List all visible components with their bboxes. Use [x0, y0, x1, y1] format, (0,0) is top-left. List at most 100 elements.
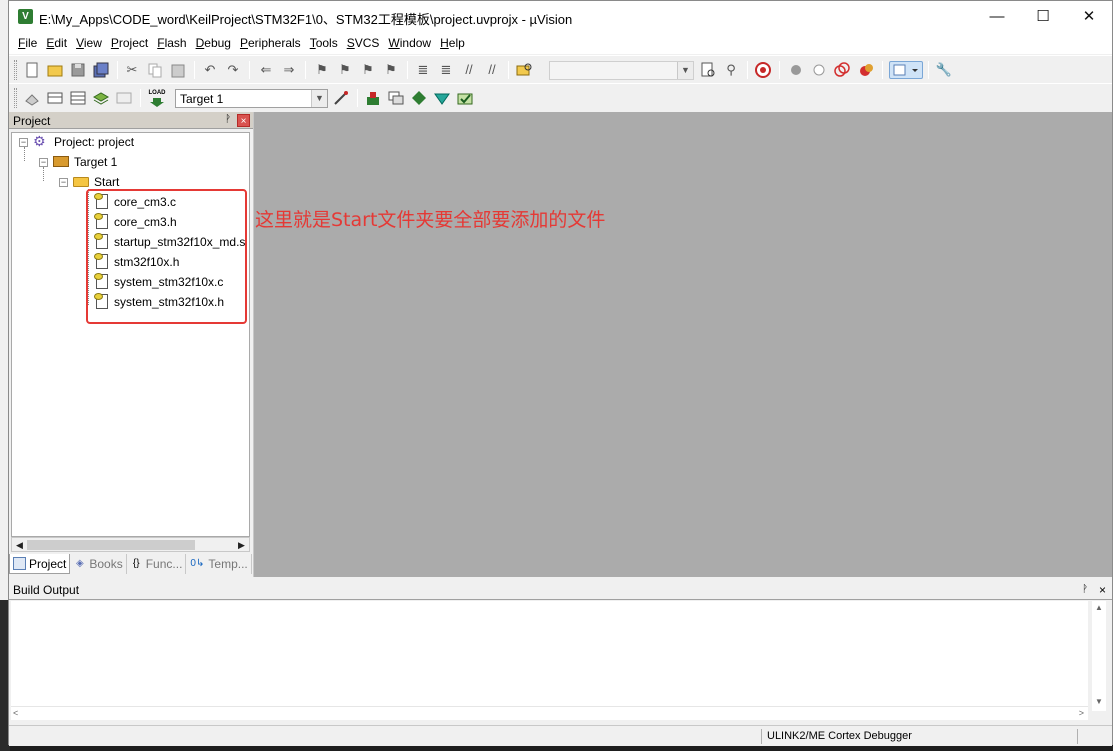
scroll-left-arrow-icon[interactable]: ◀ [13, 539, 26, 551]
menu-window[interactable]: Window [387, 32, 438, 54]
breakpoint-disable-all-icon[interactable] [833, 61, 851, 79]
uncomment-icon[interactable]: // [483, 61, 501, 79]
project-panel-tabs: Project ◈ Books {} Func... 0↳ Temp... [9, 554, 253, 576]
tab-books[interactable]: ◈ Books [70, 554, 127, 574]
collapse-toggle-icon[interactable]: − [59, 178, 68, 187]
bookmark-insert-icon[interactable]: ⚑ [313, 61, 331, 79]
editor-workspace[interactable] [254, 112, 1112, 577]
tab-functions[interactable]: {} Func... [127, 554, 187, 574]
toolbar-separator [305, 61, 306, 79]
debug-start-icon[interactable] [754, 61, 772, 79]
menu-debug[interactable]: Debug [195, 32, 238, 54]
bookmark-clear-icon[interactable]: ⚑ [382, 61, 400, 79]
tab-project[interactable]: Project [9, 554, 71, 574]
find-combo[interactable]: ▼ [549, 61, 694, 80]
scroll-down-arrow-icon[interactable]: ▼ [1092, 697, 1106, 709]
bookmark-next-icon[interactable]: ⚑ [359, 61, 377, 79]
manage-project-items-icon[interactable] [387, 89, 405, 107]
menu-help[interactable]: Help [439, 32, 472, 54]
toolbar-separator [140, 89, 141, 107]
menu-flash[interactable]: Flash [156, 32, 193, 54]
menu-tools[interactable]: Tools [309, 32, 345, 54]
indent-icon[interactable]: ≣ [414, 61, 432, 79]
close-icon[interactable]: × [1099, 583, 1106, 597]
breakpoint-insert-icon[interactable] [787, 61, 805, 79]
build-output-vscroll[interactable]: ▲ ▼ [1092, 601, 1106, 711]
scroll-left-arrow-icon[interactable]: < [13, 708, 18, 718]
bookmark-previous-icon[interactable]: ⚑ [336, 61, 354, 79]
rebuild-icon[interactable] [69, 89, 87, 107]
build-output-text[interactable] [11, 601, 1088, 711]
paste-icon[interactable] [169, 61, 187, 79]
minimize-button[interactable]: — [974, 1, 1020, 32]
download-load-icon[interactable]: LOAD [148, 89, 166, 107]
menu-edit[interactable]: Edit [45, 32, 74, 54]
target-select[interactable]: Target 1 ▼ [175, 89, 328, 108]
tree-node-target[interactable]: − Target 1 [12, 153, 247, 171]
project-tab-icon [13, 557, 26, 570]
project-icon: ⚙ [33, 133, 46, 149]
configure-wrench-icon[interactable]: 🔧 [935, 61, 953, 79]
toolbar-separator [194, 61, 195, 79]
project-panel: Project ᚹ × − ⚙ Project: project − Targe… [9, 112, 254, 577]
build-output-hscroll[interactable]: < > [11, 706, 1088, 720]
manage-rte-icon[interactable] [433, 89, 451, 107]
incremental-find-icon[interactable] [699, 61, 717, 79]
window-layout-icon[interactable] [889, 61, 923, 79]
chevron-down-icon[interactable]: ▼ [311, 90, 327, 107]
close-icon[interactable]: × [237, 114, 250, 127]
save-all-icon[interactable] [92, 61, 110, 79]
debugger-status: ULINK2/ME Cortex Debugger [767, 730, 912, 742]
menu-svcs[interactable]: SVCS [346, 32, 387, 54]
comment-icon[interactable]: // [460, 61, 478, 79]
scroll-right-arrow-icon[interactable]: > [1079, 708, 1084, 718]
navigate-back-icon[interactable]: ⇐ [257, 61, 275, 79]
redo-icon[interactable]: ↷ [224, 61, 242, 79]
menu-project[interactable]: Project [110, 32, 155, 54]
tab-books-label: Books [89, 557, 123, 571]
tab-functions-label: Func... [145, 557, 183, 571]
scroll-thumb[interactable] [27, 540, 195, 550]
tab-templates[interactable]: 0↳ Temp... [186, 554, 252, 574]
project-tree-hscroll[interactable]: ◀ ▶ [11, 537, 250, 552]
annotation-highlight-box [86, 189, 247, 324]
breakpoint-enable-icon[interactable] [810, 61, 828, 79]
status-separator [1077, 729, 1078, 744]
unindent-icon[interactable]: ≣ [437, 61, 455, 79]
scroll-right-arrow-icon[interactable]: ▶ [235, 539, 248, 551]
pin-icon[interactable]: ᚹ [225, 114, 231, 125]
tree-node-project[interactable]: − ⚙ Project: project [12, 133, 247, 151]
menu-file[interactable]: File [17, 32, 44, 54]
cut-icon[interactable]: ✂ [123, 61, 141, 79]
open-folder-icon[interactable] [46, 61, 64, 79]
find-symbol-icon[interactable]: ⚲ [722, 61, 740, 79]
batch-build-icon[interactable] [92, 89, 110, 107]
chevron-down-icon[interactable]: ▼ [677, 62, 693, 79]
copy-icon[interactable] [146, 61, 164, 79]
stop-build-icon[interactable] [115, 89, 133, 107]
menu-peripherals[interactable]: Peripherals [239, 32, 308, 54]
toolbar-grip[interactable] [14, 88, 17, 108]
undo-icon[interactable]: ↶ [201, 61, 219, 79]
build-icon[interactable] [46, 89, 64, 107]
close-window-button[interactable]: ✕ [1066, 1, 1112, 32]
collapse-toggle-icon[interactable]: − [39, 158, 48, 167]
file-extensions-icon[interactable] [364, 89, 382, 107]
pin-icon[interactable]: ᚹ [1082, 584, 1088, 595]
save-icon[interactable] [69, 61, 87, 79]
select-packs-icon[interactable] [410, 89, 428, 107]
translate-icon[interactable] [23, 89, 41, 107]
navigate-forward-icon[interactable]: ⇒ [280, 61, 298, 79]
toolbar-separator [882, 61, 883, 79]
new-file-icon[interactable] [23, 61, 41, 79]
target-options-icon[interactable] [332, 89, 350, 107]
maximize-button[interactable]: ☐ [1020, 1, 1066, 32]
target-label: Target 1 [74, 155, 118, 169]
find-in-files-icon[interactable] [515, 61, 533, 79]
breakpoint-kill-all-icon[interactable] [857, 61, 875, 79]
toolbar-grip[interactable] [14, 60, 17, 80]
scroll-up-arrow-icon[interactable]: ▲ [1092, 603, 1106, 615]
pack-installer-icon[interactable] [456, 89, 474, 107]
collapse-toggle-icon[interactable]: − [19, 138, 28, 147]
menu-view[interactable]: View [75, 32, 109, 54]
